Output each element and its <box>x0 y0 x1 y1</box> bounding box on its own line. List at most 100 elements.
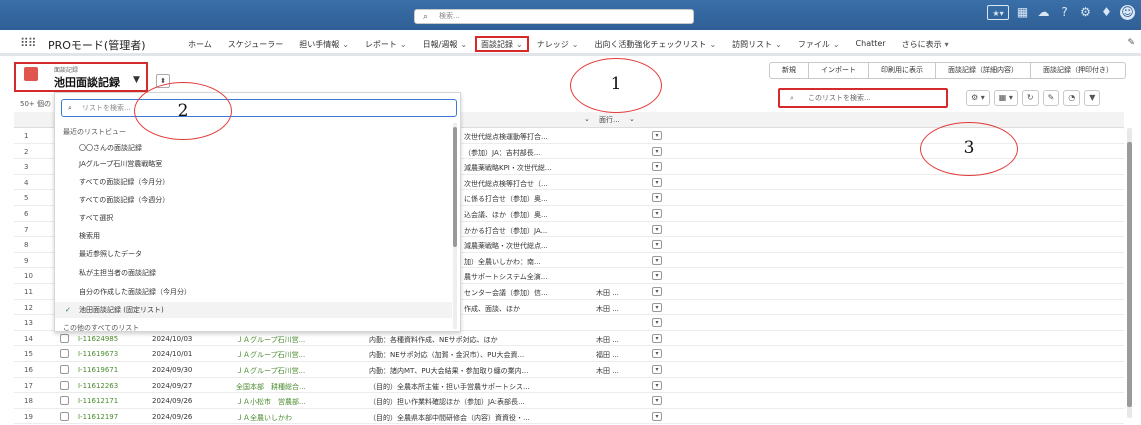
bell-icon[interactable]: ♦ <box>1099 5 1114 20</box>
app-nav-bar: ⠿⠿ PROモード(管理者) ホーム スケジューラー 担い手情報 ⌄ レポート ⌄ … <box>0 30 1141 56</box>
list-view-title: 池田面談記録 <box>54 76 120 89</box>
list-view-option-selected[interactable]: ✓ 池田面談記録 (固定リスト) <box>55 302 452 318</box>
scrollbar-thumb[interactable] <box>453 127 457 247</box>
row-action-icon[interactable]: ▾ <box>652 271 662 281</box>
list-search-input[interactable]: ⌕ このリストを検索... <box>778 88 948 108</box>
column-sort-chevron-icon[interactable]: ⌄ <box>584 115 590 123</box>
app-name: PROモード(管理者) <box>48 39 146 52</box>
column-header-owner[interactable]: 面行... <box>599 115 620 125</box>
stamped-record-button[interactable]: 面談記録（押印付き） <box>1031 62 1126 79</box>
section-all-lists: この他のすべてのリスト <box>63 324 140 331</box>
detail-record-button[interactable]: 面談記録（詳細内容） <box>936 62 1031 79</box>
display-as-table-icon[interactable]: ▦ ▾ <box>993 90 1018 106</box>
table-row[interactable]: 14 I-11624985 2024/10/03 ＪＡグループ石川営... 内勤… <box>14 331 1124 347</box>
chevron-down-icon: ▾ <box>944 40 949 49</box>
search-icon: ⌕ <box>68 104 72 112</box>
row-action-icon[interactable]: ▾ <box>652 364 662 374</box>
list-view-option[interactable]: すべての面談記録（今月分） <box>79 177 169 187</box>
row-action-icon[interactable]: ▾ <box>652 162 662 172</box>
cloud-icon[interactable]: ☁ <box>1036 5 1051 20</box>
dropdown-scrollbar[interactable] <box>453 123 457 329</box>
row-action-icon[interactable]: ▾ <box>652 146 662 156</box>
row-action-icon[interactable]: ▾ <box>652 380 662 390</box>
list-view-option[interactable]: JAグループ石川営農戦略室 <box>79 159 162 169</box>
row-checkbox[interactable] <box>60 364 69 374</box>
row-action-icon[interactable]: ▾ <box>652 333 662 343</box>
list-view-option[interactable]: 検索用 <box>79 231 100 241</box>
row-checkbox[interactable] <box>60 396 69 406</box>
app-launcher-icon[interactable]: ▦ <box>1015 5 1030 20</box>
scrollbar-thumb[interactable] <box>1127 142 1132 407</box>
table-row[interactable]: 15 I-11619673 2024/10/01 ＪＡグループ石川営... 内勤… <box>14 346 1124 362</box>
nav-item-more[interactable]: さらに表示 ▾ <box>894 39 957 52</box>
list-view-search-placeholder: リストを検索... <box>82 104 131 112</box>
interview-record-object-icon <box>24 67 38 81</box>
row-action-icon[interactable]: ▾ <box>652 286 662 296</box>
list-view-dropdown: ⌕ リストを検索... 最近のリストビュー 〇〇さんの面談記録 JAグループ石川… <box>54 92 461 332</box>
nav-item-reports[interactable]: レポート ⌄ <box>357 39 415 52</box>
row-action-icon[interactable]: ▾ <box>652 208 662 218</box>
list-view-option[interactable]: 〇〇さんの面談記録 <box>79 143 142 153</box>
chevron-down-icon[interactable]: ▼ <box>133 75 140 85</box>
action-buttons: 新規 インポート 印刷用に表示 面談記録（詳細内容） 面談記録（押印付き） <box>769 62 1126 79</box>
table-row[interactable]: 17 I-11612263 2024/09/27 全国本部 耕種総合... （目… <box>14 378 1124 394</box>
row-action-icon[interactable]: ▾ <box>652 318 662 328</box>
row-action-icon[interactable]: ▾ <box>652 177 662 187</box>
row-action-icon[interactable]: ▾ <box>652 193 662 203</box>
nav-item-scheduler[interactable]: スケジューラー <box>220 39 291 52</box>
nav-item-files[interactable]: ファイル ⌄ <box>790 39 848 52</box>
list-view-option[interactable]: すべて選択 <box>79 213 113 223</box>
nav-item-visit-list[interactable]: 訪問リスト ⌄ <box>724 39 790 52</box>
nav-item-interview-records[interactable]: 面談記録 ⌄ <box>475 36 529 52</box>
row-action-icon[interactable]: ▾ <box>652 255 662 265</box>
row-checkbox[interactable] <box>60 333 69 343</box>
import-button[interactable]: インポート <box>809 62 869 79</box>
main-scrollbar[interactable] <box>1127 128 1132 418</box>
nav-item-knowledge[interactable]: ナレッジ ⌄ <box>529 39 587 52</box>
avatar[interactable]: ☺ <box>1120 5 1135 20</box>
favorites-icon[interactable]: ★▾ <box>987 5 1009 20</box>
chevron-down-icon[interactable]: ⌄ <box>629 115 635 123</box>
record-count: 50+ 個の <box>20 100 51 108</box>
nav-item-chatter[interactable]: Chatter <box>848 39 894 52</box>
inline-edit-pencil-icon[interactable]: ✎ <box>1042 90 1060 106</box>
row-action-icon[interactable]: ▾ <box>652 131 662 140</box>
filter-icon[interactable]: ▼ <box>1084 90 1101 106</box>
help-icon[interactable]: ? <box>1057 5 1072 20</box>
nav-items: ホーム スケジューラー 担い手情報 ⌄ レポート ⌄ 日報/週報 ⌄ 面談記録 ⌄ ナレ… <box>180 36 957 52</box>
nav-item-checklist[interactable]: 出向く活動強化チェックリスト ⌄ <box>586 39 724 52</box>
list-view-option[interactable]: 最近参照したデータ <box>79 249 142 259</box>
row-checkbox[interactable] <box>60 411 69 421</box>
table-row[interactable]: 16 I-11619671 2024/09/30 ＪＡグループ石川営... 内勤… <box>14 362 1124 378</box>
chart-icon[interactable]: ◔ <box>1063 90 1081 106</box>
annotation-circle-1: 1 <box>570 58 662 113</box>
gear-icon[interactable]: ⚙ <box>1078 5 1093 20</box>
row-checkbox[interactable] <box>60 380 69 390</box>
row-action-icon[interactable]: ▾ <box>652 411 662 421</box>
chevron-down-icon: ⌄ <box>399 40 407 49</box>
app-launcher-waffle-icon[interactable]: ⠿⠿ <box>20 36 37 50</box>
list-view-search-input[interactable]: ⌕ リストを検索... <box>61 99 457 117</box>
table-row[interactable]: 19 I-11612197 2024/09/26 ＪＡ全農いしかわ （目的）全農… <box>14 409 1124 425</box>
list-view-option[interactable]: 私が主担当者の面談記録 <box>79 268 156 278</box>
new-button[interactable]: 新規 <box>769 62 809 79</box>
search-icon: ⌕ <box>790 94 794 102</box>
row-checkbox[interactable] <box>60 349 69 359</box>
row-action-icon[interactable]: ▾ <box>652 240 662 250</box>
list-view-selector[interactable]: 面談記録 池田面談記録 ▼ <box>14 62 148 92</box>
list-view-option[interactable]: すべての面談記録（今週分） <box>79 195 169 205</box>
row-action-icon[interactable]: ▾ <box>652 224 662 234</box>
nav-item-home[interactable]: ホーム <box>180 39 220 52</box>
printable-view-button[interactable]: 印刷用に表示 <box>869 62 936 79</box>
nav-item-ninaite[interactable]: 担い手情報 ⌄ <box>291 39 357 52</box>
nav-item-daily-report[interactable]: 日報/週報 ⌄ <box>415 39 475 52</box>
global-search-input[interactable]: ⌕ 検索... <box>414 9 694 24</box>
table-row[interactable]: 18 I-11612171 2024/09/26 ＪＡ小松市 営農部... （目… <box>14 393 1124 409</box>
row-action-icon[interactable]: ▾ <box>652 396 662 406</box>
row-action-icon[interactable]: ▾ <box>652 349 662 359</box>
pencil-icon[interactable]: ✎ <box>1127 38 1135 48</box>
row-action-icon[interactable]: ▾ <box>652 302 662 312</box>
refresh-icon[interactable]: ↻ <box>1021 90 1039 106</box>
list-settings-gear-icon[interactable]: ⚙ ▾ <box>966 90 990 106</box>
list-view-option[interactable]: 自分の作成した面談記録（今月分） <box>79 287 191 297</box>
